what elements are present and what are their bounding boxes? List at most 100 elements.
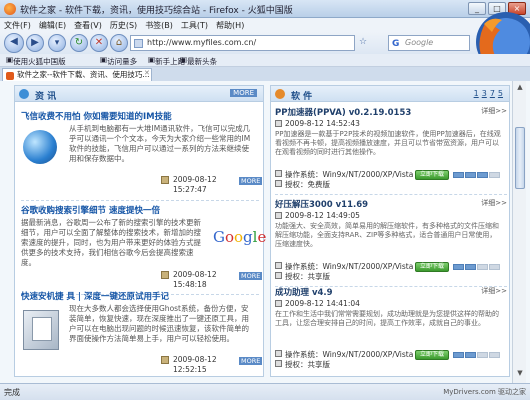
article-summary: 据最新消息，谷歌周一公布了新的搜索引擎的技术更新细节，用户可以全面了解整体的搜索… (21, 218, 201, 267)
software-item: PP加速器(PPVA) v0.2.19.0153 详细>> 2009-8-12 … (275, 106, 507, 195)
news-more-link[interactable]: MORE (230, 89, 257, 97)
divider (275, 194, 507, 195)
tab-close-icon[interactable]: ✕ (144, 69, 150, 77)
back-arrow-icon: ◀ (10, 36, 18, 47)
license-icon (275, 360, 282, 367)
software-detail-link[interactable]: 详细>> (481, 286, 507, 296)
rating-segment (453, 352, 464, 358)
page-link[interactable]: 3 (482, 89, 487, 98)
dropdown-history-button[interactable]: ▾ (48, 34, 66, 52)
article-title-link[interactable]: 飞信收费不用怕 你如需要知道的IM技能 (21, 110, 259, 122)
bookmark-item[interactable]: ▣ 最新头条 (180, 55, 217, 66)
software-item: 成功助理 v4.9 详细>> 2009-8-12 14:41:04 在工作和生活… (275, 286, 507, 369)
menu-bookmarks[interactable]: 书签(B) (141, 18, 177, 33)
home-button[interactable]: ⌂ (110, 34, 128, 52)
software-detail-link[interactable]: 详细>> (481, 106, 507, 116)
news-panel-header: 资 讯 MORE (15, 86, 263, 102)
page-link[interactable]: 5 (498, 89, 503, 98)
article-time: 12:52:15 (173, 365, 207, 374)
license-icon (275, 272, 282, 279)
url-text: http://www.myfiles.com.cn/ (147, 38, 257, 47)
rating-segment (477, 264, 488, 270)
news-article: 谷歌收购搜索引擎细节 速度提快一倍 据最新消息，谷歌周一公布了新的搜索引擎的技术… (21, 204, 266, 295)
software-icon (275, 89, 285, 99)
scroll-down-icon[interactable]: ▼ (515, 369, 525, 379)
page-icon (134, 39, 143, 48)
rating-segment (489, 172, 500, 178)
tab-label: 软件之家--软件下载、资讯、使用技巧... (17, 70, 150, 79)
home-icon: ⌂ (115, 37, 123, 48)
software-box-image (23, 310, 59, 350)
article-more-button[interactable]: MORE (239, 177, 263, 185)
watermark-text: MyDrivers.com 驱动之家 (443, 388, 526, 396)
article-date: 2009-08-12 (173, 270, 217, 279)
article-more-button[interactable]: MORE (239, 357, 263, 365)
software-title-link[interactable]: PP加速器(PPVA) v0.2.19.0153 (275, 106, 507, 118)
rating-segment (489, 352, 500, 358)
download-button[interactable]: 立即下载 (415, 170, 449, 180)
page-link[interactable]: 7 (490, 89, 495, 98)
download-button[interactable]: 立即下载 (415, 350, 449, 360)
article-globe-image (23, 130, 57, 164)
menu-bar: 文件(F) 编辑(E) 查看(V) 历史(S) 书签(B) 工具(T) 帮助(H) (0, 18, 530, 32)
rating-segment (453, 264, 464, 270)
software-title-link[interactable]: 好压解压3000 v11.69 (275, 198, 507, 210)
status-bar: 完成 MyDrivers.com 驱动之家 (0, 383, 530, 400)
bookmark-item[interactable]: ▣ 访问量多 (100, 55, 137, 66)
search-input[interactable]: G Google (388, 35, 470, 51)
download-button[interactable]: 立即下载 (415, 262, 449, 272)
article-title-link[interactable]: 谷歌收购搜索引擎细节 速度提快一倍 (21, 204, 259, 216)
menu-file[interactable]: 文件(F) (0, 18, 35, 33)
tab-current[interactable]: 软件之家--软件下载、资讯、使用技巧... (2, 68, 152, 81)
software-description: 在工作和生活中我们常常需要规划，成功助理就是为您提供这样的帮助的工具，让您合理安… (275, 310, 499, 327)
menu-history[interactable]: 历史(S) (106, 18, 141, 33)
software-description: 功能强大、安全高效，简单易用的解压缩软件，有多种格式的文件压缩和解压缩功能，全面… (275, 222, 499, 248)
article-more-button[interactable]: MORE (239, 272, 263, 280)
software-panel-title: 软 件 (291, 92, 313, 102)
article-time: 15:48:18 (173, 280, 207, 289)
rating-segment (465, 352, 476, 358)
os-icon (275, 170, 282, 177)
bookmark-item[interactable]: ▣ 新手上路 (148, 55, 185, 66)
stop-button[interactable]: ✕ (90, 34, 108, 52)
calendar-icon (161, 176, 169, 184)
software-panel-header: 软 件 1375 (271, 86, 509, 102)
reload-button[interactable]: ↻ (70, 34, 88, 52)
menu-help[interactable]: 帮助(H) (212, 18, 248, 33)
bookmark-star-icon[interactable]: ☆ (359, 37, 367, 47)
vertical-scrollbar[interactable]: ▲ ▼ (512, 81, 526, 383)
software-license: 授权：免费版 (285, 180, 330, 189)
forward-button[interactable]: ▶ (26, 34, 44, 52)
date-icon (275, 300, 282, 307)
rating-bar (453, 171, 501, 178)
news-article: 快速安机捷 具 | 深度一键还原试用手记 现在大多数人都会选择使用Ghost系统… (21, 290, 263, 374)
forward-arrow-icon: ▶ (31, 37, 39, 48)
scroll-up-icon[interactable]: ▲ (515, 83, 525, 93)
software-title-link[interactable]: 成功助理 v4.9 (275, 286, 507, 298)
address-bar[interactable]: http://www.myfiles.com.cn/ (130, 35, 355, 51)
bookmark-item[interactable]: ▣ 使用火狐中国版 (6, 55, 66, 66)
software-pager: 1375 (471, 89, 503, 98)
search-placeholder: Google (405, 38, 434, 47)
article-summary: 现在大多数人都会选择使用Ghost系统，备份方便，安装简单，恢复快速，现在深度推… (69, 304, 249, 343)
menu-edit[interactable]: 编辑(E) (35, 18, 70, 33)
os-icon (275, 262, 282, 269)
software-panel: 软 件 1375 PP加速器(PPVA) v0.2.19.0153 详细>> 2… (270, 85, 510, 377)
article-title-link[interactable]: 快速安机捷 具 | 深度一键还原试用手记 (21, 290, 259, 302)
software-detail-link[interactable]: 详细>> (481, 198, 507, 208)
software-date: 2009-8-12 14:49:05 (285, 211, 360, 220)
rating-segment (453, 172, 464, 178)
os-icon (275, 350, 282, 357)
stop-icon: ✕ (94, 37, 104, 48)
rating-segment (465, 172, 476, 178)
menu-tools[interactable]: 工具(T) (177, 18, 212, 33)
news-icon (19, 89, 29, 99)
rating-segment (489, 264, 500, 270)
menu-view[interactable]: 查看(V) (70, 18, 106, 33)
scrollbar-thumb[interactable] (515, 127, 525, 189)
date-icon (275, 120, 282, 127)
site-favicon-icon (6, 72, 14, 80)
page-link[interactable]: 1 (474, 89, 479, 98)
back-button[interactable]: ◀ (4, 33, 24, 53)
bookmarks-toolbar: ▣ 使用火狐中国版 ▣ 访问量多 ▣ 新手上路 ▣ 最新头条 (0, 54, 530, 67)
